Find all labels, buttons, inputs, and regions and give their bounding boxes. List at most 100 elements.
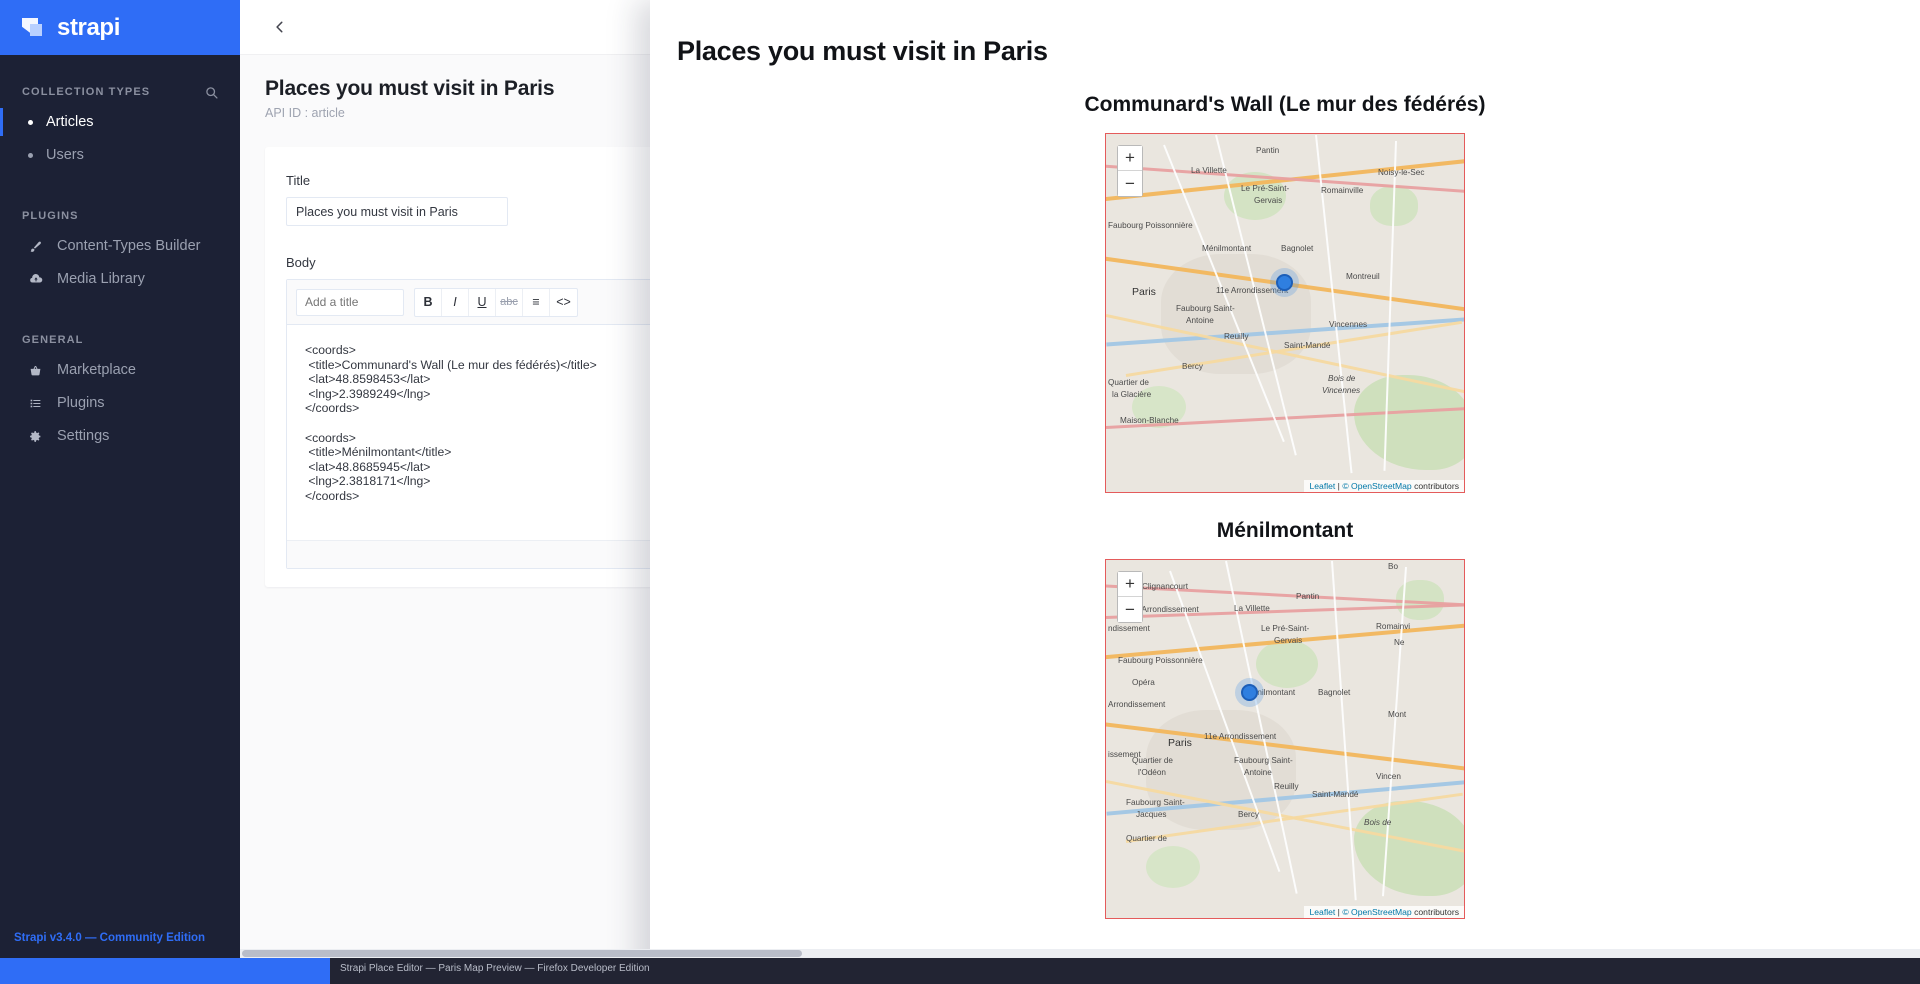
map-label: Pantin bbox=[1256, 146, 1280, 155]
map-label: Faubourg Poissonnière bbox=[1118, 656, 1203, 665]
dot-icon bbox=[28, 119, 33, 125]
brand-name: strapi bbox=[57, 13, 120, 41]
map-label: Vincennes bbox=[1329, 320, 1368, 329]
sidebar-item-label: Settings bbox=[57, 428, 110, 444]
underline-button[interactable]: U bbox=[469, 288, 496, 316]
map-zoom-controls: + − bbox=[1117, 571, 1143, 623]
zoom-in-button[interactable]: + bbox=[1118, 146, 1142, 171]
shopping-basket-icon bbox=[27, 364, 44, 377]
zoom-out-button[interactable]: − bbox=[1118, 171, 1142, 196]
sidebar-footer-version[interactable]: Strapi v3.4.0 — Community Edition bbox=[0, 918, 240, 958]
osm-link[interactable]: © OpenStreetMap bbox=[1342, 481, 1411, 491]
map-label: Maison-Blanche bbox=[1120, 416, 1179, 425]
map-label: Arrondissement bbox=[1108, 700, 1166, 709]
horizontal-scrollbar[interactable] bbox=[240, 949, 1920, 958]
map-menilmontant[interactable]: + − Bo Clignancourt Pantin 18e Arrondiss… bbox=[1105, 559, 1465, 919]
map-label: Antoine bbox=[1244, 768, 1272, 777]
sidebar-item-marketplace[interactable]: Marketplace bbox=[0, 355, 240, 385]
map-attribution: Leaflet | © OpenStreetMap contributors bbox=[1304, 480, 1464, 492]
preview-title: Places you must visit in Paris bbox=[677, 36, 1048, 66]
sidebar-item-label: Marketplace bbox=[57, 362, 136, 378]
sidebar: strapi COLLECTION TYPES Articles Users P… bbox=[0, 0, 240, 958]
map-label: Saint-Mandé bbox=[1312, 790, 1359, 799]
section-label: COLLECTION TYPES bbox=[22, 86, 151, 98]
sidebar-item-label: Content-Types Builder bbox=[57, 238, 201, 254]
strapi-logo-icon bbox=[22, 16, 48, 39]
map-label: Vincen bbox=[1376, 772, 1401, 781]
place-heading: Ménilmontant bbox=[1216, 519, 1354, 542]
map-label: Quartier de bbox=[1126, 834, 1167, 843]
sidebar-item-label: Articles bbox=[46, 114, 94, 130]
section-label: PLUGINS bbox=[22, 210, 79, 222]
map-label: la Glacière bbox=[1112, 390, 1152, 399]
map-label: La Villette bbox=[1191, 166, 1227, 175]
editor-title-input[interactable] bbox=[296, 288, 404, 316]
map-marker[interactable] bbox=[1241, 684, 1258, 701]
map-label: Mont bbox=[1388, 710, 1407, 719]
section-label: GENERAL bbox=[22, 334, 84, 346]
map-label: Faubourg Saint- bbox=[1176, 304, 1235, 313]
title-input[interactable] bbox=[286, 197, 508, 226]
taskbar-window-title[interactable]: Strapi Place Editor — Paris Map Preview … bbox=[340, 963, 650, 974]
bullet-list-button[interactable]: ≡ bbox=[523, 288, 550, 316]
sidebar-item-content-types-builder[interactable]: Content-Types Builder bbox=[0, 231, 240, 261]
map-label: Faubourg Saint- bbox=[1126, 798, 1185, 807]
map-label: Reuilly bbox=[1224, 332, 1249, 341]
map-label: Bagnolet bbox=[1281, 244, 1314, 253]
search-icon[interactable] bbox=[205, 86, 218, 99]
sidebar-nav: COLLECTION TYPES Articles Users PLUGINS bbox=[0, 55, 240, 918]
map-label: Clignancourt bbox=[1142, 582, 1188, 591]
map-label: Antoine bbox=[1186, 316, 1214, 325]
map-label: Jacques bbox=[1136, 810, 1167, 819]
code-button[interactable]: <> bbox=[550, 289, 577, 316]
map-label: Opéra bbox=[1132, 678, 1155, 687]
map-label: Paris bbox=[1168, 737, 1192, 749]
sidebar-item-users[interactable]: Users bbox=[0, 140, 240, 170]
map-label: Gervais bbox=[1254, 196, 1283, 205]
list-icon bbox=[27, 397, 44, 410]
map-label: Reuilly bbox=[1274, 782, 1299, 791]
map-label: Romainvi bbox=[1376, 622, 1411, 631]
leaflet-link[interactable]: Leaflet bbox=[1309, 907, 1335, 917]
sidebar-item-label: Plugins bbox=[57, 395, 105, 411]
map-label: 11e Arrondissement bbox=[1204, 732, 1277, 741]
sidebar-item-articles[interactable]: Articles bbox=[0, 107, 240, 137]
scrollbar-thumb[interactable] bbox=[242, 950, 802, 957]
sidebar-item-label: Media Library bbox=[57, 271, 145, 287]
map-label: Noisy-le-Sec bbox=[1378, 168, 1425, 177]
place-heading: Communard's Wall (Le mur des fédérés) bbox=[1084, 93, 1486, 116]
sidebar-section-plugins: PLUGINS bbox=[0, 201, 240, 231]
strikethrough-button[interactable]: abc bbox=[496, 288, 523, 316]
map-label: Bois de bbox=[1364, 818, 1392, 827]
gear-icon bbox=[27, 430, 44, 443]
sidebar-item-settings[interactable]: Settings bbox=[0, 421, 240, 451]
map-label: Le Pré-Saint- bbox=[1241, 184, 1290, 193]
map-attribution: Leaflet | © OpenStreetMap contributors bbox=[1304, 906, 1464, 918]
brush-icon bbox=[27, 240, 44, 253]
map-label: Faubourg Poissonnière bbox=[1108, 221, 1193, 230]
map-label: Romainville bbox=[1321, 186, 1364, 195]
map-marker[interactable] bbox=[1276, 274, 1293, 291]
map-communards-wall[interactable]: + − Pantin Noisy-le-Sec La Villette Roma… bbox=[1105, 133, 1465, 493]
brand-logo[interactable]: strapi bbox=[0, 0, 240, 55]
zoom-in-button[interactable]: + bbox=[1118, 572, 1142, 597]
sidebar-item-label: Users bbox=[46, 147, 84, 163]
map-label: Paris bbox=[1132, 286, 1156, 298]
bold-button[interactable]: B bbox=[415, 288, 442, 316]
leaflet-link[interactable]: Leaflet bbox=[1309, 481, 1335, 491]
map-label: Montreuil bbox=[1346, 272, 1380, 281]
format-button-group: B I U abc ≡ <> bbox=[414, 287, 578, 317]
map-label: La Villette bbox=[1234, 604, 1270, 613]
os-taskbar: Strapi Place Editor — Paris Map Preview … bbox=[0, 958, 1920, 984]
italic-button[interactable]: I bbox=[442, 288, 469, 316]
back-button[interactable] bbox=[265, 12, 295, 42]
zoom-out-button[interactable]: − bbox=[1118, 597, 1142, 622]
attrib-contributors: contributors bbox=[1411, 481, 1459, 491]
sidebar-item-media-library[interactable]: Media Library bbox=[0, 264, 240, 294]
osm-link[interactable]: © OpenStreetMap bbox=[1342, 907, 1411, 917]
map-label: Quartier de bbox=[1108, 378, 1149, 387]
map-label: Bercy bbox=[1182, 362, 1203, 371]
map-label: ndissement bbox=[1108, 624, 1150, 633]
map-label: Bagnolet bbox=[1318, 688, 1351, 697]
sidebar-item-plugins[interactable]: Plugins bbox=[0, 388, 240, 418]
